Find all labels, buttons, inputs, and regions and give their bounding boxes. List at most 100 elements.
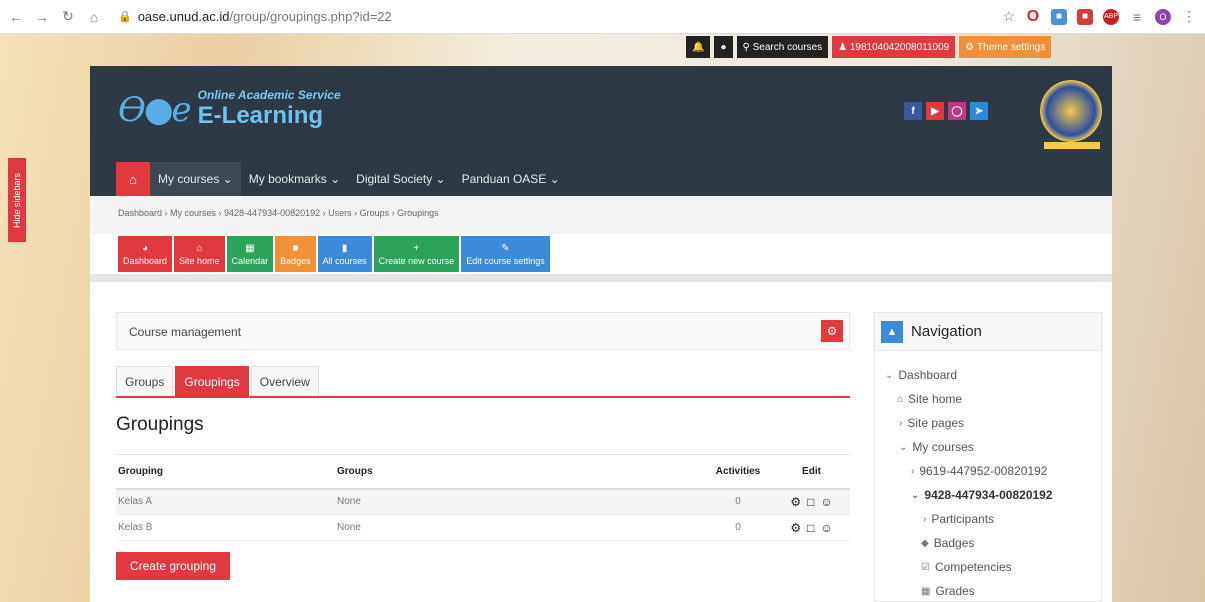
youtube-icon[interactable]: ▶ [926, 102, 944, 120]
navigation-title: Navigation [911, 323, 982, 340]
quick-links: ◕ Dashboard ⌂ Site home ▦ Calendar ■ Badges … [118, 236, 550, 272]
nav-item-site-pages[interactable]: › Site pages [875, 411, 1101, 435]
url-path: /group/groupings.php?id=22 [229, 9, 392, 24]
quick-badges-button[interactable]: ■ Badges [275, 236, 316, 272]
extension-icon[interactable]: ■ [1051, 8, 1067, 25]
column-header-grouping: Grouping [116, 454, 337, 490]
nav-item-badges[interactable]: ◆ Badges [875, 531, 1101, 555]
column-header-activities: Activities [703, 454, 773, 490]
menu-my-courses[interactable]: My courses ⌄ [150, 162, 241, 196]
site-logo[interactable]: ϴ●e Online Academic Service E-Learning [118, 88, 341, 130]
quick-all-courses-button[interactable]: ▮ All courses [317, 236, 372, 272]
settings-gear-icon[interactable]: ⚙ [790, 495, 801, 509]
user-icon: ♟ [838, 41, 850, 53]
home-button[interactable]: ⌂ [116, 162, 150, 196]
bookmark-icon: ■ [292, 242, 299, 254]
bookmark-star-icon[interactable]: ☆ [1002, 8, 1015, 25]
delete-trash-icon[interactable]: □ [807, 521, 814, 535]
grouping-groups: None [337, 488, 703, 515]
instagram-icon[interactable]: ◯ [948, 102, 966, 120]
group-tabs: Groups Groupings Overview [116, 366, 850, 398]
quick-links-divider [90, 274, 1112, 282]
edit-icon: ✎ [501, 242, 510, 254]
nav-item-grades[interactable]: ▦ Grades [875, 579, 1101, 602]
delete-trash-icon[interactable]: □ [807, 495, 814, 509]
nav-item-site-home[interactable]: ⌂ Site home [875, 387, 1101, 411]
nav-item-dashboard[interactable]: ⌄ Dashboard [875, 363, 1101, 387]
search-courses-button[interactable]: ⚲ Search courses [736, 36, 829, 58]
create-grouping-button[interactable]: Create grouping [116, 552, 230, 580]
menu-digital-society[interactable]: Digital Society ⌄ [348, 162, 453, 196]
notifications-button[interactable]: 🔔 [686, 36, 711, 58]
settings-gear-icon[interactable]: ⚙ [790, 521, 801, 535]
hide-sidebars-tab[interactable]: Hide sidebars [8, 158, 26, 242]
gear-icon: ⚙ [826, 324, 838, 338]
tab-groups[interactable]: Groups [116, 366, 174, 396]
logo-title: E-Learning [197, 102, 324, 129]
tab-overview[interactable]: Overview [250, 366, 319, 396]
reload-icon[interactable]: ↻ [58, 7, 78, 27]
grouping-activities: 0 [703, 514, 773, 541]
show-groups-icon[interactable]: ☺ [820, 521, 832, 535]
address-bar[interactable]: 🔒 oase.unud.ac.id /group/groupings.php?i… [118, 5, 948, 29]
table-row: Kelas A None 0 ⚙ □ ☺ [116, 488, 850, 515]
course-management-title: Course management [129, 325, 242, 339]
extension-icon[interactable]: ■ [1077, 8, 1093, 25]
gear-icon: ⚙ [965, 41, 977, 53]
logo-subtitle: Online Academic Service [197, 88, 341, 102]
quick-site-home-button[interactable]: ⌂ Site home [174, 236, 225, 272]
calendar-icon: ▦ [245, 242, 255, 254]
oase-logo-mark: ϴ●e [118, 90, 192, 130]
facebook-icon[interactable]: f [904, 102, 922, 120]
university-seal-logo [1040, 80, 1102, 142]
quick-edit-course-settings-button[interactable]: ✎ Edit course settings [461, 236, 550, 272]
nav-item-participants[interactable]: › Participants [875, 507, 1101, 531]
profile-avatar[interactable]: O [1155, 8, 1171, 25]
show-groups-icon[interactable]: ☺ [820, 495, 832, 509]
chat-icon: ● [720, 41, 727, 53]
breadcrumb[interactable]: Dashboard › My courses › 9428-447934-008… [118, 208, 439, 218]
edit-cell: ⚙ □ ☺ [773, 514, 850, 541]
nav-item-competencies[interactable]: ☑ Competencies [875, 555, 1101, 579]
home-icon: ⌂ [196, 242, 203, 254]
quick-dashboard-button[interactable]: ◕ Dashboard [118, 236, 173, 272]
grouping-name: Kelas B [116, 514, 337, 541]
main-menu: ⌂ My courses ⌄ My bookmarks ⌄ Digital So… [90, 162, 1112, 196]
navigation-block: ▲ Navigation ⌄ Dashboard ⌂ Site home › Site… [874, 312, 1102, 602]
nav-item-course-9619[interactable]: › 9619-447952-00820192 [875, 459, 1101, 483]
tab-groupings[interactable]: Groupings [175, 366, 249, 396]
adblock-icon[interactable]: ABP [1103, 8, 1119, 25]
course-management-panel: Course management ⚙ [116, 312, 850, 350]
more-menu-icon[interactable]: ⋮ [1181, 8, 1197, 25]
navigation-tree: ⌄ Dashboard ⌂ Site home › Site pages ⌄ My co… [875, 351, 1101, 602]
plus-icon: + [413, 242, 420, 254]
quick-create-course-button[interactable]: + Create new course [373, 236, 460, 272]
back-icon[interactable]: ← [6, 7, 26, 27]
messages-button[interactable]: ● [714, 36, 733, 58]
home-icon[interactable]: ⌂ [84, 7, 104, 27]
groupings-table: Grouping Groups Activities Edit Kelas A … [116, 454, 850, 541]
menu-my-bookmarks[interactable]: My bookmarks ⌄ [241, 162, 348, 196]
telegram-icon[interactable]: ➤ [970, 102, 988, 120]
theme-settings-button[interactable]: ⚙ Theme settings [959, 36, 1052, 58]
user-menu-button[interactable]: ♟ 198104042008011009 [832, 36, 956, 58]
bell-icon: 🔔 [692, 41, 705, 53]
forward-icon[interactable]: → [32, 7, 52, 27]
reading-list-icon[interactable]: ≡ [1129, 9, 1145, 25]
main-content: Dashboard › My courses › 9428-447934-008… [90, 196, 1112, 602]
user-toolbar: 🔔 ● ⚲ Search courses ♟ 19810404200801100… [686, 36, 1052, 58]
quick-calendar-button[interactable]: ▦ Calendar [226, 236, 274, 272]
breadcrumb-bar: Dashboard › My courses › 9428-447934-008… [90, 196, 1112, 234]
menu-panduan-oase[interactable]: Panduan OASE ⌄ [454, 162, 568, 196]
navigation-header: ▲ Navigation [875, 313, 1101, 351]
nav-item-course-9428[interactable]: ⌄ 9428-447934-00820192 [875, 483, 1101, 507]
table-header-row: Grouping Groups Activities Edit [116, 454, 850, 490]
dashboard-icon: ◕ [141, 242, 149, 254]
column-header-groups: Groups [337, 454, 703, 490]
opera-extension-icon[interactable]: O [1025, 8, 1041, 25]
nav-item-my-courses[interactable]: ⌄ My courses [875, 435, 1101, 459]
grouping-name: Kelas A [116, 488, 337, 515]
course-settings-button[interactable]: ⚙ [821, 320, 843, 342]
edit-cell: ⚙ □ ☺ [773, 488, 850, 515]
url-host: oase.unud.ac.id [137, 9, 230, 24]
